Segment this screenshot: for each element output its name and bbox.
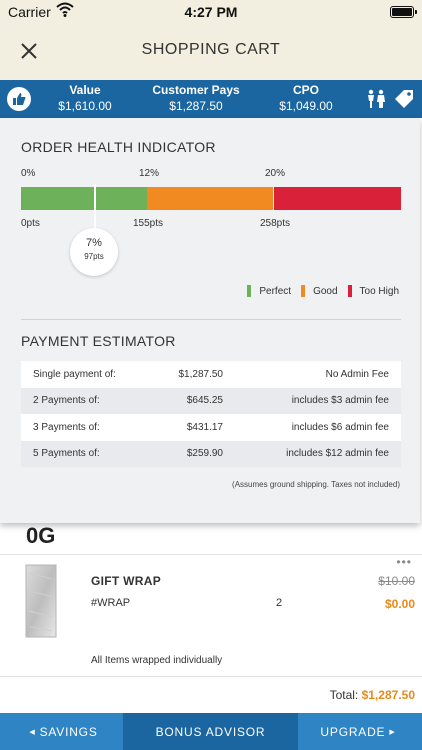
cpo-amount: $1,049.00 <box>279 99 333 113</box>
legend-label: Too High <box>359 285 399 297</box>
payment-fee: includes $12 admin fee <box>286 448 389 460</box>
payment-fee: includes $3 admin fee <box>291 395 389 407</box>
payment-label: 2 Payments of: <box>33 395 100 407</box>
bonus-advisor-label: BONUS ADVISOR <box>155 724 266 739</box>
payment-amount: $1,287.50 <box>178 368 224 380</box>
customer-pays-summary: Customer Pays $1,287.50 <box>142 83 250 113</box>
item-price: $0.00 <box>384 597 415 611</box>
tag-icon[interactable] <box>394 89 414 114</box>
pts-mark-155: 155pts <box>133 218 164 229</box>
bonus-advisor-button[interactable]: BONUS ADVISOR <box>123 713 298 750</box>
customer-pays-amount: $1,287.50 <box>169 99 223 113</box>
payment-row: 5 Payments of: $259.90 includes $12 admi… <box>21 440 401 467</box>
cart-list: 0G ••• GIFT WRAP #WRAP 2 $10.00 $0.00 Al… <box>0 523 422 678</box>
legend-perfect: Perfect <box>247 285 291 297</box>
item-name: GIFT WRAP <box>91 574 162 588</box>
upgrade-label: UPGRADE <box>320 724 386 739</box>
list-divider <box>0 676 422 677</box>
bottom-action-bar: ◀ SAVINGS BONUS ADVISOR UPGRADE ▶ <box>0 713 422 750</box>
health-marker-line <box>94 184 96 232</box>
payment-row: 2 Payments of: $645.25 includes $3 admin… <box>21 387 401 414</box>
health-marker-percent: 7% <box>86 237 102 249</box>
legend-swatch <box>301 285 306 297</box>
payment-row: Single payment of: $1,287.50 No Admin Fe… <box>21 361 401 388</box>
section-divider <box>21 319 401 320</box>
people-icon[interactable] <box>366 89 386 114</box>
pct-mark-0: 0% <box>21 168 36 179</box>
pct-mark-12: 12% <box>139 168 160 179</box>
payment-amount: $259.90 <box>186 448 223 460</box>
partial-item-image: 0G <box>26 523 56 548</box>
more-options-icon[interactable]: ••• <box>396 555 412 569</box>
summary-bar: Value $1,610.00 Customer Pays $1,287.50 … <box>0 80 422 118</box>
clock-time: 4:27 PM <box>184 4 238 20</box>
status-bar: Carrier 4:27 PM <box>0 0 422 24</box>
savings-button[interactable]: ◀ SAVINGS <box>0 713 123 750</box>
order-health-title: ORDER HEALTH INDICATOR <box>21 139 216 155</box>
gift-wrap-image <box>24 563 58 639</box>
item-note: All Items wrapped individually <box>91 655 223 666</box>
item-quantity[interactable]: 2 <box>276 597 282 609</box>
pts-mark-258: 258pts <box>260 218 291 229</box>
health-bar-perfect <box>21 187 94 210</box>
legend-swatch <box>347 285 352 297</box>
list-divider <box>0 554 422 555</box>
legend-label: Perfect <box>259 285 292 297</box>
value-amount: $1,610.00 <box>58 99 112 113</box>
chevron-right-icon: ▶ <box>389 728 396 736</box>
health-bar-good <box>147 187 273 210</box>
total-amount: $1,287.50 <box>361 688 415 702</box>
health-bar-too-high <box>274 187 401 210</box>
shipping-footnote: (Assumes ground shipping. Taxes not incl… <box>232 480 400 489</box>
legend-too-high: Too High <box>347 285 399 297</box>
payment-estimator-title: PAYMENT ESTIMATOR <box>21 333 176 349</box>
health-marker: 7% 97pts <box>70 228 118 276</box>
payment-fee: includes $6 admin fee <box>291 421 389 433</box>
cart-total: Total: $1,287.50 <box>330 688 415 702</box>
payment-row: 3 Payments of: $431.17 includes $6 admin… <box>21 414 401 441</box>
savings-label: SAVINGS <box>39 724 98 739</box>
cpo-summary: CPO $1,049.00 <box>270 83 342 113</box>
payment-table: Single payment of: $1,287.50 No Admin Fe… <box>21 361 401 467</box>
payment-amount: $645.25 <box>186 395 223 407</box>
battery-icon <box>390 6 417 18</box>
thumbs-up-icon[interactable] <box>7 87 31 111</box>
pts-mark-0: 0pts <box>21 218 40 229</box>
payment-label: 5 Payments of: <box>33 448 100 460</box>
payment-label: 3 Payments of: <box>33 421 100 433</box>
payment-fee: No Admin Fee <box>325 368 389 380</box>
page-title: SHOPPING CART <box>141 41 281 58</box>
legend-label: Good <box>313 285 338 297</box>
pct-mark-20: 20% <box>265 168 286 179</box>
health-legend: Perfect Good Too High <box>237 285 399 297</box>
order-health-popup: ORDER HEALTH INDICATOR 0% 12% 20% 0pts 1… <box>0 118 420 523</box>
cpo-label: CPO <box>292 83 319 97</box>
nav-bar: SHOPPING CART <box>0 24 422 80</box>
payment-label: Single payment of: <box>33 368 116 380</box>
health-marker-points: 97pts <box>84 252 104 261</box>
value-label: Value <box>69 83 101 97</box>
payment-amount: $431.17 <box>186 421 223 433</box>
total-label: Total: <box>329 688 359 702</box>
chevron-left-icon: ◀ <box>29 728 36 736</box>
item-original-price: $10.00 <box>378 574 415 588</box>
health-bar-perfect <box>96 187 147 210</box>
item-sku: #WRAP <box>91 597 131 609</box>
customer-pays-label: Customer Pays <box>152 83 240 97</box>
upgrade-button[interactable]: UPGRADE ▶ <box>298 713 422 750</box>
value-summary: Value $1,610.00 <box>50 83 120 113</box>
legend-swatch <box>247 285 252 297</box>
legend-good: Good <box>301 285 338 297</box>
